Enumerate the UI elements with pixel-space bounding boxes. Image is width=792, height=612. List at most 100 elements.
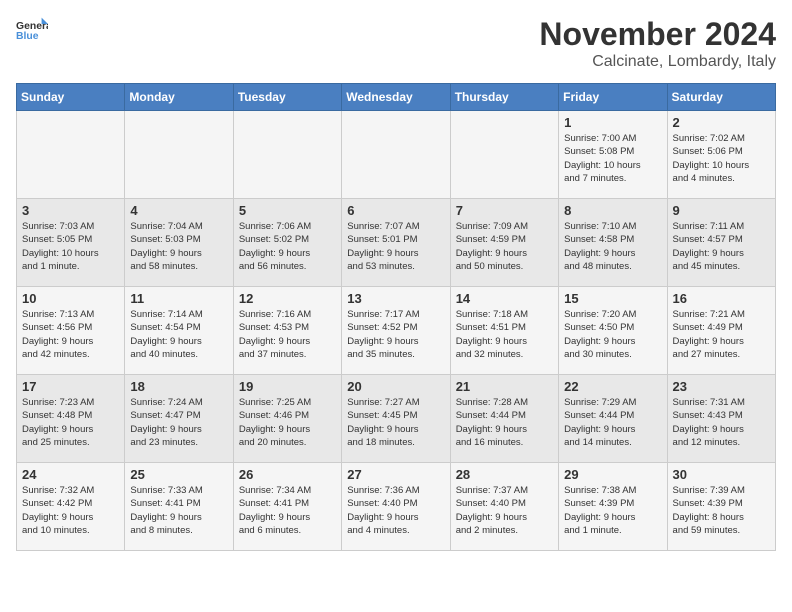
day-number: 28 — [456, 467, 553, 482]
calendar-cell: 4 Sunrise: 7:04 AM Sunset: 5:03 PM Daylig… — [125, 199, 233, 287]
day-info: Sunrise: 7:36 AM Sunset: 4:40 PM Dayligh… — [347, 484, 444, 537]
day-number: 21 — [456, 379, 553, 394]
calendar-cell: 1Sunrise: 7:00 AM Sunset: 5:08 PM Daylig… — [559, 111, 667, 199]
day-info: Sunrise: 7:23 AM Sunset: 4:48 PM Dayligh… — [22, 396, 119, 449]
day-info: Sunrise: 7:04 AM Sunset: 5:03 PM Dayligh… — [130, 220, 227, 273]
title-area: November 2024 Calcinate, Lombardy, Italy — [539, 16, 776, 71]
day-number: 24 — [22, 467, 119, 482]
calendar-cell: 30 Sunrise: 7:39 AM Sunset: 4:39 PM Dayli… — [667, 463, 775, 551]
day-info: Sunrise: 7:38 AM Sunset: 4:39 PM Dayligh… — [564, 484, 661, 537]
day-number: 6 — [347, 203, 444, 218]
day-info: Sunrise: 7:09 AM Sunset: 4:59 PM Dayligh… — [456, 220, 553, 273]
day-info: Sunrise: 7:02 AM Sunset: 5:06 PM Dayligh… — [673, 132, 770, 185]
day-number: 2 — [673, 115, 770, 130]
day-number: 11 — [130, 291, 227, 306]
day-info: Sunrise: 7:34 AM Sunset: 4:41 PM Dayligh… — [239, 484, 336, 537]
weekday-header: Thursday — [450, 84, 558, 111]
calendar-cell: 6 Sunrise: 7:07 AM Sunset: 5:01 PM Daylig… — [342, 199, 450, 287]
month-title: November 2024 — [539, 16, 776, 53]
day-info: Sunrise: 7:07 AM Sunset: 5:01 PM Dayligh… — [347, 220, 444, 273]
calendar-cell: 10 Sunrise: 7:13 AM Sunset: 4:56 PM Dayli… — [17, 287, 125, 375]
logo-icon: General Blue — [16, 16, 48, 44]
day-info: Sunrise: 7:24 AM Sunset: 4:47 PM Dayligh… — [130, 396, 227, 449]
day-number: 26 — [239, 467, 336, 482]
day-info: Sunrise: 7:10 AM Sunset: 4:58 PM Dayligh… — [564, 220, 661, 273]
calendar-cell: 16 Sunrise: 7:21 AM Sunset: 4:49 PM Dayli… — [667, 287, 775, 375]
day-info: Sunrise: 7:27 AM Sunset: 4:45 PM Dayligh… — [347, 396, 444, 449]
day-number: 4 — [130, 203, 227, 218]
calendar-cell: 28Sunrise: 7:37 AM Sunset: 4:40 PM Dayli… — [450, 463, 558, 551]
calendar-table: SundayMondayTuesdayWednesdayThursdayFrid… — [16, 83, 776, 551]
weekday-header: Sunday — [17, 84, 125, 111]
day-number: 14 — [456, 291, 553, 306]
calendar-cell: 13Sunrise: 7:17 AM Sunset: 4:52 PM Dayli… — [342, 287, 450, 375]
calendar-cell: 9 Sunrise: 7:11 AM Sunset: 4:57 PM Daylig… — [667, 199, 775, 287]
day-info: Sunrise: 7:33 AM Sunset: 4:41 PM Dayligh… — [130, 484, 227, 537]
calendar-cell: 22 Sunrise: 7:29 AM Sunset: 4:44 PM Dayli… — [559, 375, 667, 463]
day-number: 10 — [22, 291, 119, 306]
day-number: 16 — [673, 291, 770, 306]
calendar-cell: 3 Sunrise: 7:03 AM Sunset: 5:05 PM Daylig… — [17, 199, 125, 287]
day-info: Sunrise: 7:28 AM Sunset: 4:44 PM Dayligh… — [456, 396, 553, 449]
calendar-cell: 5Sunrise: 7:06 AM Sunset: 5:02 PM Daylig… — [233, 199, 341, 287]
calendar-cell: 19 Sunrise: 7:25 AM Sunset: 4:46 PM Dayli… — [233, 375, 341, 463]
day-info: Sunrise: 7:00 AM Sunset: 5:08 PM Dayligh… — [564, 132, 661, 185]
calendar-cell: 26 Sunrise: 7:34 AM Sunset: 4:41 PM Dayli… — [233, 463, 341, 551]
day-number: 30 — [673, 467, 770, 482]
calendar-cell — [125, 111, 233, 199]
day-info: Sunrise: 7:16 AM Sunset: 4:53 PM Dayligh… — [239, 308, 336, 361]
location-subtitle: Calcinate, Lombardy, Italy — [539, 53, 776, 71]
day-number: 19 — [239, 379, 336, 394]
day-info: Sunrise: 7:20 AM Sunset: 4:50 PM Dayligh… — [564, 308, 661, 361]
day-number: 23 — [673, 379, 770, 394]
day-number: 27 — [347, 467, 444, 482]
day-number: 17 — [22, 379, 119, 394]
calendar-cell: 29 Sunrise: 7:38 AM Sunset: 4:39 PM Dayli… — [559, 463, 667, 551]
calendar-week-row: 17 Sunrise: 7:23 AM Sunset: 4:48 PM Dayli… — [17, 375, 776, 463]
day-number: 12 — [239, 291, 336, 306]
day-number: 25 — [130, 467, 227, 482]
calendar-cell: 14 Sunrise: 7:18 AM Sunset: 4:51 PM Dayli… — [450, 287, 558, 375]
calendar-cell: 8Sunrise: 7:10 AM Sunset: 4:58 PM Daylig… — [559, 199, 667, 287]
calendar-cell — [17, 111, 125, 199]
day-number: 15 — [564, 291, 661, 306]
calendar-cell: 21 Sunrise: 7:28 AM Sunset: 4:44 PM Dayli… — [450, 375, 558, 463]
day-number: 22 — [564, 379, 661, 394]
calendar-cell: 2 Sunrise: 7:02 AM Sunset: 5:06 PM Daylig… — [667, 111, 775, 199]
day-number: 5 — [239, 203, 336, 218]
calendar-week-row: 10 Sunrise: 7:13 AM Sunset: 4:56 PM Dayli… — [17, 287, 776, 375]
day-number: 9 — [673, 203, 770, 218]
day-info: Sunrise: 7:03 AM Sunset: 5:05 PM Dayligh… — [22, 220, 119, 273]
calendar-cell: 25 Sunrise: 7:33 AM Sunset: 4:41 PM Dayli… — [125, 463, 233, 551]
day-number: 3 — [22, 203, 119, 218]
day-info: Sunrise: 7:32 AM Sunset: 4:42 PM Dayligh… — [22, 484, 119, 537]
calendar-cell — [450, 111, 558, 199]
calendar-cell: 15 Sunrise: 7:20 AM Sunset: 4:50 PM Dayli… — [559, 287, 667, 375]
day-info: Sunrise: 7:29 AM Sunset: 4:44 PM Dayligh… — [564, 396, 661, 449]
calendar-cell: 17 Sunrise: 7:23 AM Sunset: 4:48 PM Dayli… — [17, 375, 125, 463]
day-info: Sunrise: 7:21 AM Sunset: 4:49 PM Dayligh… — [673, 308, 770, 361]
day-info: Sunrise: 7:25 AM Sunset: 4:46 PM Dayligh… — [239, 396, 336, 449]
logo: General Blue — [16, 16, 48, 44]
day-info: Sunrise: 7:13 AM Sunset: 4:56 PM Dayligh… — [22, 308, 119, 361]
calendar-cell — [233, 111, 341, 199]
day-info: Sunrise: 7:11 AM Sunset: 4:57 PM Dayligh… — [673, 220, 770, 273]
day-info: Sunrise: 7:31 AM Sunset: 4:43 PM Dayligh… — [673, 396, 770, 449]
calendar-week-row: 24 Sunrise: 7:32 AM Sunset: 4:42 PM Dayli… — [17, 463, 776, 551]
calendar-week-row: 3 Sunrise: 7:03 AM Sunset: 5:05 PM Daylig… — [17, 199, 776, 287]
day-number: 29 — [564, 467, 661, 482]
calendar-cell — [342, 111, 450, 199]
calendar-cell: 24 Sunrise: 7:32 AM Sunset: 4:42 PM Dayli… — [17, 463, 125, 551]
day-number: 7 — [456, 203, 553, 218]
day-info: Sunrise: 7:39 AM Sunset: 4:39 PM Dayligh… — [673, 484, 770, 537]
weekday-header: Monday — [125, 84, 233, 111]
day-number: 13 — [347, 291, 444, 306]
day-info: Sunrise: 7:14 AM Sunset: 4:54 PM Dayligh… — [130, 308, 227, 361]
day-number: 18 — [130, 379, 227, 394]
calendar-cell: 18 Sunrise: 7:24 AM Sunset: 4:47 PM Dayli… — [125, 375, 233, 463]
weekday-header: Tuesday — [233, 84, 341, 111]
calendar-cell: 27 Sunrise: 7:36 AM Sunset: 4:40 PM Dayli… — [342, 463, 450, 551]
weekday-header: Saturday — [667, 84, 775, 111]
weekday-header-row: SundayMondayTuesdayWednesdayThursdayFrid… — [17, 84, 776, 111]
day-info: Sunrise: 7:18 AM Sunset: 4:51 PM Dayligh… — [456, 308, 553, 361]
